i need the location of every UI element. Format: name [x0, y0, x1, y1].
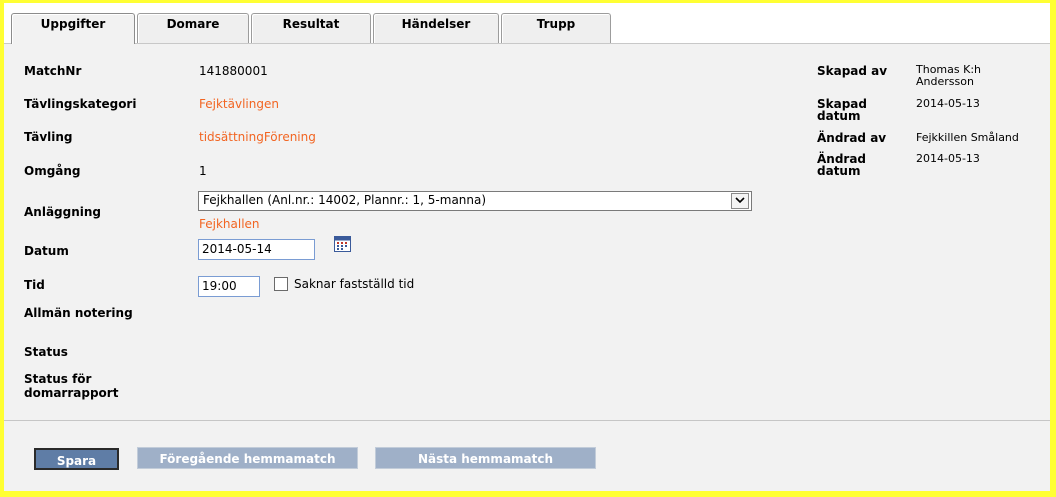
- andrad-datum-value: 2014-05-13: [916, 152, 980, 165]
- anlaggning-select[interactable]: Fejkhallen (Anl.nr.: 14002, Plannr.: 1, …: [198, 191, 752, 211]
- saknar-checkbox[interactable]: [274, 277, 288, 291]
- save-button[interactable]: Spara: [34, 448, 119, 470]
- kategori-label: Tävlingskategori: [24, 97, 137, 111]
- tab-resultat[interactable]: Resultat: [251, 13, 371, 43]
- skapad-datum-label: Skapad datum: [817, 98, 867, 122]
- status-domarrapport-label: Status för domarrapport: [24, 372, 118, 400]
- tab-bar: Uppgifter Domare Resultat Händelser Trup…: [4, 3, 1050, 44]
- tid-input[interactable]: 19:00: [198, 276, 260, 297]
- skapad-av-value: Thomas K:h Andersson: [916, 64, 981, 88]
- details-panel: [4, 44, 1050, 420]
- tab-trupp[interactable]: Trupp: [501, 13, 611, 43]
- tavling-link[interactable]: tidsättningFörening: [199, 130, 316, 144]
- saknar-label: Saknar fastställd tid: [294, 277, 415, 291]
- skapad-datum-value: 2014-05-13: [916, 97, 980, 110]
- skapad-datum-line2: datum: [817, 109, 861, 123]
- anlaggning-selected: Fejkhallen (Anl.nr.: 14002, Plannr.: 1, …: [203, 193, 487, 207]
- tab-uppgifter[interactable]: Uppgifter: [11, 13, 135, 44]
- chevron-down-icon[interactable]: [731, 193, 749, 209]
- matchnr-value: 141880001: [199, 64, 268, 78]
- calendar-icon[interactable]: [334, 236, 351, 252]
- tab-domare[interactable]: Domare: [137, 13, 249, 43]
- omgang-label: Omgång: [24, 164, 81, 178]
- tab-handelser[interactable]: Händelser: [373, 13, 499, 43]
- status-domarrapport-line1: Status för: [24, 372, 92, 386]
- tab-label: Uppgifter: [40, 17, 106, 31]
- datum-label: Datum: [24, 244, 69, 258]
- andrad-av-label: Ändrad av: [817, 131, 887, 145]
- andrad-av-value: Fejkkillen Småland: [916, 131, 1019, 144]
- next-home-match-button[interactable]: Nästa hemmamatch: [375, 447, 596, 469]
- status-domarrapport-line2: domarrapport: [24, 386, 119, 400]
- matchnr-label: MatchNr: [24, 64, 82, 78]
- notering-label: Allmän notering: [24, 306, 133, 320]
- tavling-label: Tävling: [24, 130, 73, 144]
- anlaggning-label: Anläggning: [24, 205, 102, 219]
- tab-label: Domare: [166, 17, 220, 31]
- andrad-datum-line2: datum: [817, 164, 861, 178]
- previous-home-match-button[interactable]: Föregående hemmamatch: [137, 447, 358, 469]
- kategori-link[interactable]: Fejktävlingen: [199, 97, 279, 111]
- tab-label: Trupp: [536, 17, 576, 31]
- skapad-av-label: Skapad av: [817, 64, 888, 78]
- tab-label: Resultat: [282, 17, 340, 31]
- tid-label: Tid: [24, 278, 45, 292]
- tab-label: Händelser: [401, 17, 471, 31]
- datum-input[interactable]: 2014-05-14: [198, 239, 315, 260]
- anlaggning-link[interactable]: Fejkhallen: [199, 217, 260, 231]
- omgang-value: 1: [199, 164, 207, 178]
- skapad-av-line2: Andersson: [916, 75, 974, 88]
- status-label: Status: [24, 345, 68, 359]
- andrad-datum-label: Ändrad datum: [817, 153, 866, 177]
